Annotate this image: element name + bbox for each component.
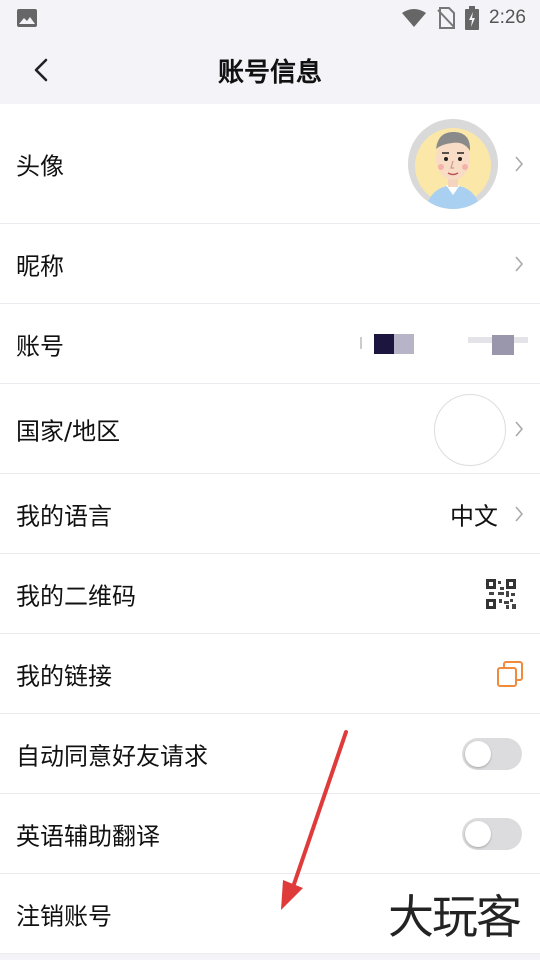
english-translation-toggle[interactable] (462, 817, 522, 850)
status-bar: 2:26 (0, 0, 540, 36)
wifi-icon (402, 9, 427, 27)
avatar-label: 头像 (16, 152, 64, 180)
chevron-right-icon (515, 420, 524, 437)
no-sim-icon (437, 7, 456, 29)
english-translation-label: 英语辅助翻译 (16, 822, 160, 850)
row-nickname[interactable]: 昵称 (0, 224, 540, 304)
status-time: 2:26 (489, 7, 526, 28)
country-flag-icon (434, 394, 506, 466)
language-value: 中文 (450, 502, 498, 530)
row-my-language[interactable]: 我的语言 中文 (0, 474, 540, 554)
toggle-knob (465, 740, 491, 767)
toggle-knob (465, 820, 491, 847)
my-qr-code-label: 我的二维码 (16, 582, 136, 610)
chevron-right-icon (515, 255, 524, 272)
auto-accept-friends-label: 自动同意好友请求 (16, 742, 208, 770)
chevron-right-icon (515, 505, 524, 522)
watermark-logo: 大玩客 (388, 889, 522, 944)
auto-accept-friends-toggle[interactable] (462, 737, 522, 770)
account-label: 账号 (16, 332, 64, 360)
copy-link-icon[interactable] (496, 660, 524, 688)
my-link-label: 我的链接 (16, 662, 112, 690)
battery-charging-icon (465, 6, 480, 30)
account-settings-list: 头像 昵称 账号 国家/地区 我的语言 中文 我的二维码 我的链接 自动同意好友… (0, 104, 540, 954)
top-app-bar: 账号信息 (0, 36, 540, 104)
gallery-notification-icon (17, 9, 37, 27)
my-language-label: 我的语言 (16, 502, 112, 530)
country-region-label: 国家/地区 (16, 417, 121, 445)
row-account: 账号 (0, 304, 540, 384)
cartoon-man-avatar-image (408, 119, 498, 209)
row-my-qr-code[interactable]: 我的二维码 (0, 554, 540, 634)
row-auto-accept-friends: 自动同意好友请求 (0, 714, 540, 794)
row-avatar[interactable]: 头像 (0, 104, 540, 224)
chevron-right-icon (515, 155, 524, 172)
row-delete-account[interactable]: 注销账号 大玩客 (0, 874, 540, 954)
delete-account-label: 注销账号 (16, 902, 112, 930)
account-number-redacted (360, 333, 528, 355)
row-country-region[interactable]: 国家/地区 (0, 384, 540, 474)
nickname-label: 昵称 (16, 252, 64, 280)
avatar[interactable] (408, 119, 498, 209)
row-english-translation: 英语辅助翻译 (0, 794, 540, 874)
page-title: 账号信息 (217, 58, 322, 88)
row-my-link[interactable]: 我的链接 (0, 634, 540, 714)
qr-code-icon[interactable] (486, 578, 516, 609)
